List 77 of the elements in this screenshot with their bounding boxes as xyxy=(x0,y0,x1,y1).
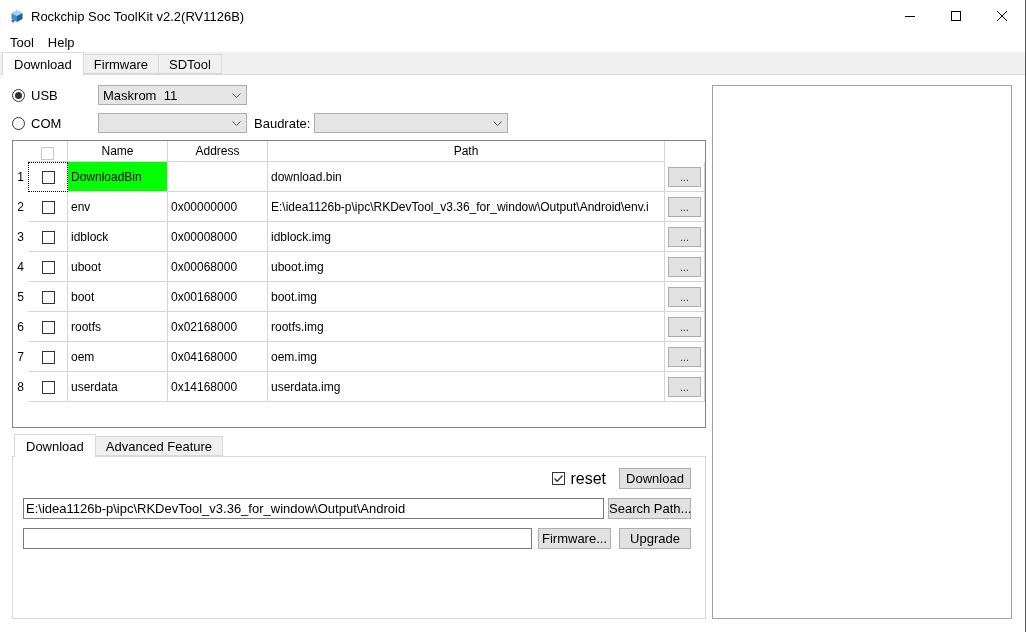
browse-button[interactable]: ... xyxy=(668,286,701,307)
close-icon xyxy=(997,11,1007,21)
row-number: 8 xyxy=(16,379,25,396)
window-title: Rockchip Soc ToolKit v2.2(RV1126B) xyxy=(31,8,245,24)
field-label: Baudrate: xyxy=(254,115,311,131)
radio-label: USB xyxy=(31,87,58,103)
column-header: Path xyxy=(268,141,665,162)
menu-item[interactable]: Help xyxy=(40,34,82,50)
table-cell: uboot.img xyxy=(268,252,665,282)
radio-selected-icon[interactable] xyxy=(12,88,25,102)
browse-button[interactable]: ... xyxy=(668,346,701,367)
table-cell: rootfs.img xyxy=(268,312,665,342)
upgrade-button[interactable]: Upgrade xyxy=(619,528,691,549)
tab[interactable]: Download xyxy=(2,52,84,75)
table-cell: env xyxy=(68,192,168,222)
search-path-button[interactable]: Search Path... xyxy=(608,498,691,519)
table-cell: oem.img xyxy=(268,342,665,372)
row-number: 3 xyxy=(16,229,25,246)
chevron-down-icon xyxy=(232,92,241,98)
firmware-field[interactable] xyxy=(23,528,532,549)
table-cell: 0x04168000 xyxy=(168,342,268,372)
row-checkbox[interactable] xyxy=(41,290,55,304)
table-cell: E:\idea1126b-p\ipc\RKDevTool_v3.36_for_window\Output\Android\env.i xyxy=(268,192,665,222)
row-number: 7 xyxy=(16,349,25,366)
radio-label: COM xyxy=(31,115,62,131)
checkbox-label: reset xyxy=(570,469,606,488)
row-number: 6 xyxy=(16,319,25,336)
table-cell: download.bin xyxy=(268,162,665,192)
app-cube-icon xyxy=(10,9,24,23)
chevron-down-icon xyxy=(232,120,241,126)
row-checkbox[interactable] xyxy=(41,170,55,184)
radio-icon[interactable] xyxy=(12,116,25,130)
table-cell: 0x00008000 xyxy=(168,222,268,252)
browse-button[interactable]: ... xyxy=(668,316,701,337)
row-checkbox[interactable] xyxy=(41,320,55,334)
menu-item[interactable]: Tool xyxy=(3,34,41,50)
table-cell: oem xyxy=(68,342,168,372)
table-cell: idblock.img xyxy=(268,222,665,252)
table-cell: 0x14168000 xyxy=(168,372,268,402)
browse-button[interactable]: ... xyxy=(668,196,701,217)
table-cell: DownloadBin xyxy=(68,162,168,192)
row-number: 2 xyxy=(16,199,25,216)
table-cell: userdata xyxy=(68,372,168,402)
column-header: Address xyxy=(168,141,268,162)
table-cell: rootfs xyxy=(68,312,168,342)
table-cell: boot.img xyxy=(268,282,665,312)
row-checkbox[interactable] xyxy=(41,260,55,274)
tab[interactable]: Advanced Feature xyxy=(94,436,224,456)
table-cell: idblock xyxy=(68,222,168,252)
reset-checkbox[interactable] xyxy=(552,472,566,485)
row-checkbox[interactable] xyxy=(41,380,55,394)
maximize-icon xyxy=(951,11,961,21)
tab[interactable]: SDTool xyxy=(158,54,222,74)
table-cell: uboot xyxy=(68,252,168,282)
row-checkbox[interactable] xyxy=(41,200,55,214)
table-cell: 0x00068000 xyxy=(168,252,268,282)
table-cell: boot xyxy=(68,282,168,312)
firmware-button[interactable]: Firmware... xyxy=(538,528,611,549)
table-cell: 0x00000000 xyxy=(168,192,268,222)
row-checkbox[interactable] xyxy=(41,350,55,364)
row-checkbox[interactable] xyxy=(41,230,55,244)
table-cell: 0x02168000 xyxy=(168,312,268,342)
row-number: 5 xyxy=(16,289,25,306)
browse-button[interactable]: ... xyxy=(668,256,701,277)
download-button[interactable]: Download xyxy=(619,468,691,489)
row-number: 4 xyxy=(16,259,25,276)
chevron-down-icon xyxy=(493,120,503,126)
device-dropdown[interactable]: Maskrom 11 xyxy=(98,85,247,105)
browse-button[interactable]: ... xyxy=(668,376,701,397)
row-number: 1 xyxy=(16,169,25,186)
table-cell: 0x00168000 xyxy=(168,282,268,312)
path-field[interactable]: E:\idea1126b-p\ipc\RKDevTool_v3.36_for_window\Output\Android xyxy=(23,498,604,519)
browse-button[interactable]: ... xyxy=(668,166,701,187)
tab[interactable]: Firmware xyxy=(82,54,159,74)
browse-button[interactable]: ... xyxy=(668,226,701,247)
table-cell: userdata.img xyxy=(268,372,665,402)
tab[interactable]: Download xyxy=(14,434,96,457)
